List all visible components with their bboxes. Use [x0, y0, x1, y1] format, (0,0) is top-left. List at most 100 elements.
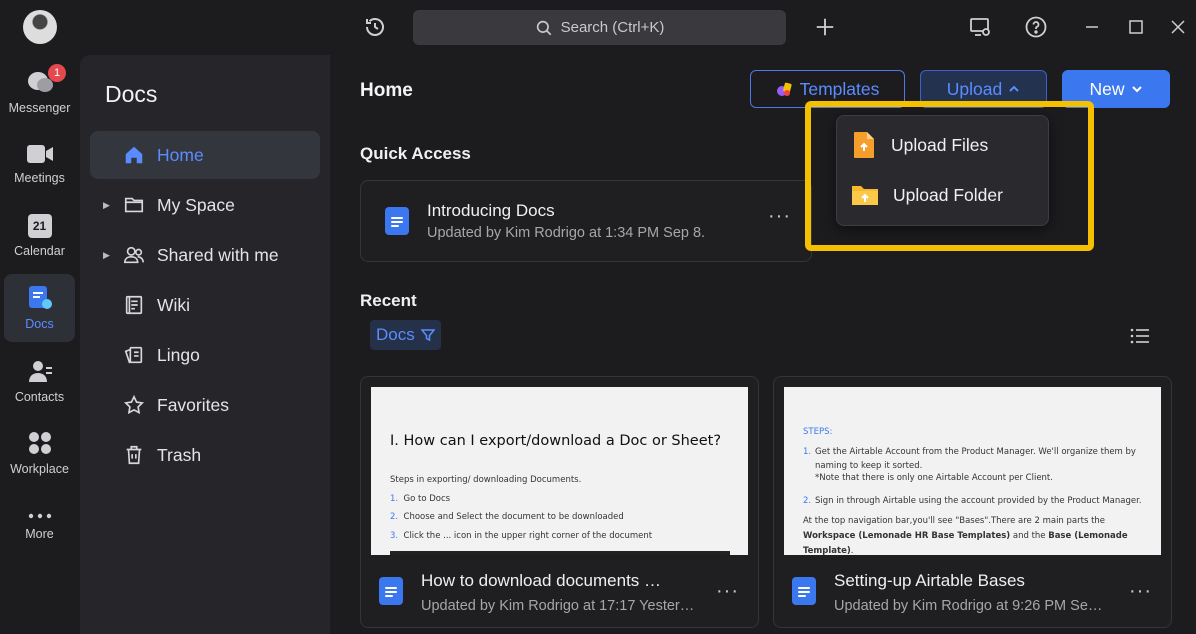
sidebar-title: Docs: [105, 81, 158, 107]
search-bar[interactable]: Search (Ctrl+K): [413, 10, 786, 45]
home-icon: [122, 143, 146, 167]
rail-item-contacts[interactable]: Contacts: [4, 347, 75, 415]
more-options-icon[interactable]: ···: [768, 205, 791, 228]
preview-label: STEPS:: [803, 427, 833, 437]
close-icon[interactable]: [1165, 14, 1191, 40]
sidebar-item-label: My Space: [157, 194, 235, 215]
templates-label: Templates: [799, 78, 880, 99]
templates-button[interactable]: Templates: [750, 70, 905, 108]
menu-item-upload-files[interactable]: Upload Files: [851, 127, 988, 163]
sidebar-item-label: Home: [157, 144, 204, 165]
unread-badge: 1: [48, 64, 66, 82]
screen-share-icon[interactable]: [967, 14, 993, 40]
rail-item-workplace[interactable]: Workplace: [4, 419, 75, 487]
folder-icon: [122, 193, 146, 217]
filter-label: Docs: [376, 325, 415, 344]
new-button[interactable]: New: [1062, 70, 1170, 108]
preview-note: *Note that there is only one Airtable Ac…: [815, 473, 1053, 483]
minimize-icon[interactable]: [1079, 14, 1105, 40]
preview-step: 3. Click the ... icon in the upper right…: [390, 531, 653, 541]
history-icon[interactable]: [362, 14, 388, 40]
main-content: Home Templates Upload New Quick Access I…: [330, 55, 1196, 634]
preview-step: 2. Sign in through Airtable using the acc…: [803, 496, 1142, 506]
templates-icon: [776, 82, 792, 96]
upload-button[interactable]: Upload: [920, 70, 1047, 108]
sidebar-item-label: Shared with me: [157, 244, 279, 265]
doc-preview: I. How can I export/download a Doc or Sh…: [371, 387, 748, 555]
more-options-icon[interactable]: ···: [716, 580, 739, 603]
doc-updated: Updated by Kim Rodrigo at 9:26 PM Se…: [834, 598, 1103, 614]
doc-title: How to download documents …: [421, 571, 662, 590]
preview-intro: Steps in exporting/ downloading Document…: [390, 475, 582, 485]
rail-item-messenger[interactable]: 1 Messenger: [4, 58, 75, 126]
contacts-icon: [28, 361, 52, 382]
doc-icon: [379, 577, 403, 605]
sidebar-item-trash[interactable]: Trash: [90, 431, 320, 479]
page-title: Home: [360, 80, 413, 101]
sidebar-item-label: Favorites: [157, 394, 229, 415]
recent-heading: Recent: [360, 291, 417, 310]
preview-paragraph: At the top navigation bar,you'll see "Ba…: [803, 516, 1128, 555]
doc-icon: [385, 207, 409, 235]
upload-folder-icon: [852, 186, 878, 205]
rail-item-calendar[interactable]: 21 Calendar: [4, 202, 75, 270]
docs-sidebar: Docs Home ▶ My Space ▶ Shared with me Wi…: [80, 55, 330, 634]
rail-item-meetings[interactable]: Meetings: [4, 130, 75, 198]
lingo-icon: [122, 343, 146, 367]
recent-doc-card[interactable]: I. How can I export/download a Doc or Sh…: [360, 376, 759, 628]
preview-step: 1. Get the Airtable Account from the Prod…: [803, 447, 1136, 471]
help-icon[interactable]: [1023, 14, 1049, 40]
upload-menu: Upload Files Upload Folder: [836, 115, 1049, 226]
chevron-down-icon: [1131, 86, 1142, 93]
rail-item-more[interactable]: More: [4, 492, 75, 560]
preview-heading: I. How can I export/download a Doc or Sh…: [390, 433, 722, 449]
wiki-icon: [122, 293, 146, 317]
avatar[interactable]: [23, 10, 57, 44]
sidebar-item-lingo[interactable]: Lingo: [90, 331, 320, 379]
sidebar-item-wiki[interactable]: Wiki: [90, 281, 320, 329]
menu-item-upload-folder[interactable]: Upload Folder: [851, 177, 1003, 213]
quick-access-heading: Quick Access: [360, 144, 471, 163]
sidebar-item-my-space[interactable]: ▶ My Space: [90, 181, 320, 229]
quick-access-card[interactable]: Introducing Docs Updated by Kim Rodrigo …: [360, 180, 812, 262]
doc-updated: Updated by Kim Rodrigo at 17:17 Yester…: [421, 598, 695, 614]
doc-preview: STEPS: 1. Get the Airtable Account from t…: [784, 387, 1161, 555]
search-icon: [536, 20, 551, 35]
menu-item-label: Upload Files: [891, 134, 989, 155]
doc-icon: [792, 577, 816, 605]
people-icon: [122, 243, 146, 267]
doc-updated: Updated by Kim Rodrigo at 1:34 PM Sep 8.: [427, 225, 706, 241]
sidebar-item-label: Lingo: [157, 344, 200, 365]
upload-label: Upload: [946, 78, 1003, 99]
plus-icon[interactable]: [812, 14, 838, 40]
expand-caret-icon[interactable]: ▶: [103, 200, 110, 211]
expand-caret-icon[interactable]: ▶: [103, 250, 110, 261]
more-icon: [28, 513, 51, 519]
rail-label: Workplace: [10, 462, 69, 476]
sidebar-item-favorites[interactable]: Favorites: [90, 381, 320, 429]
preview-step: 2. Choose and Select the document to be …: [390, 512, 624, 522]
video-icon: [26, 145, 53, 163]
apps-icon: [28, 432, 51, 454]
sidebar-item-shared[interactable]: ▶ Shared with me: [90, 231, 320, 279]
type-filter[interactable]: Docs: [370, 320, 441, 350]
rail-label: More: [25, 527, 54, 541]
recent-doc-card[interactable]: STEPS: 1. Get the Airtable Account from t…: [773, 376, 1172, 628]
rail-label: Meetings: [14, 171, 65, 185]
rail-label: Messenger: [8, 101, 71, 115]
list-view-icon[interactable]: [1130, 328, 1150, 344]
star-icon: [122, 393, 146, 417]
trash-icon: [122, 443, 146, 467]
maximize-icon[interactable]: [1123, 14, 1149, 40]
doc-title: Introducing Docs: [427, 201, 555, 220]
rail-item-docs[interactable]: Docs: [4, 274, 75, 342]
upload-file-icon: [854, 132, 874, 158]
sidebar-item-label: Trash: [157, 444, 202, 465]
rail-label: Calendar: [14, 244, 65, 258]
docs-icon: [28, 286, 52, 309]
calendar-icon: 21: [27, 214, 52, 238]
title-bar: Search (Ctrl+K): [0, 0, 1196, 55]
more-options-icon[interactable]: ···: [1129, 580, 1152, 603]
sidebar-item-home[interactable]: Home: [90, 131, 320, 179]
rail-label: Docs: [25, 317, 54, 331]
